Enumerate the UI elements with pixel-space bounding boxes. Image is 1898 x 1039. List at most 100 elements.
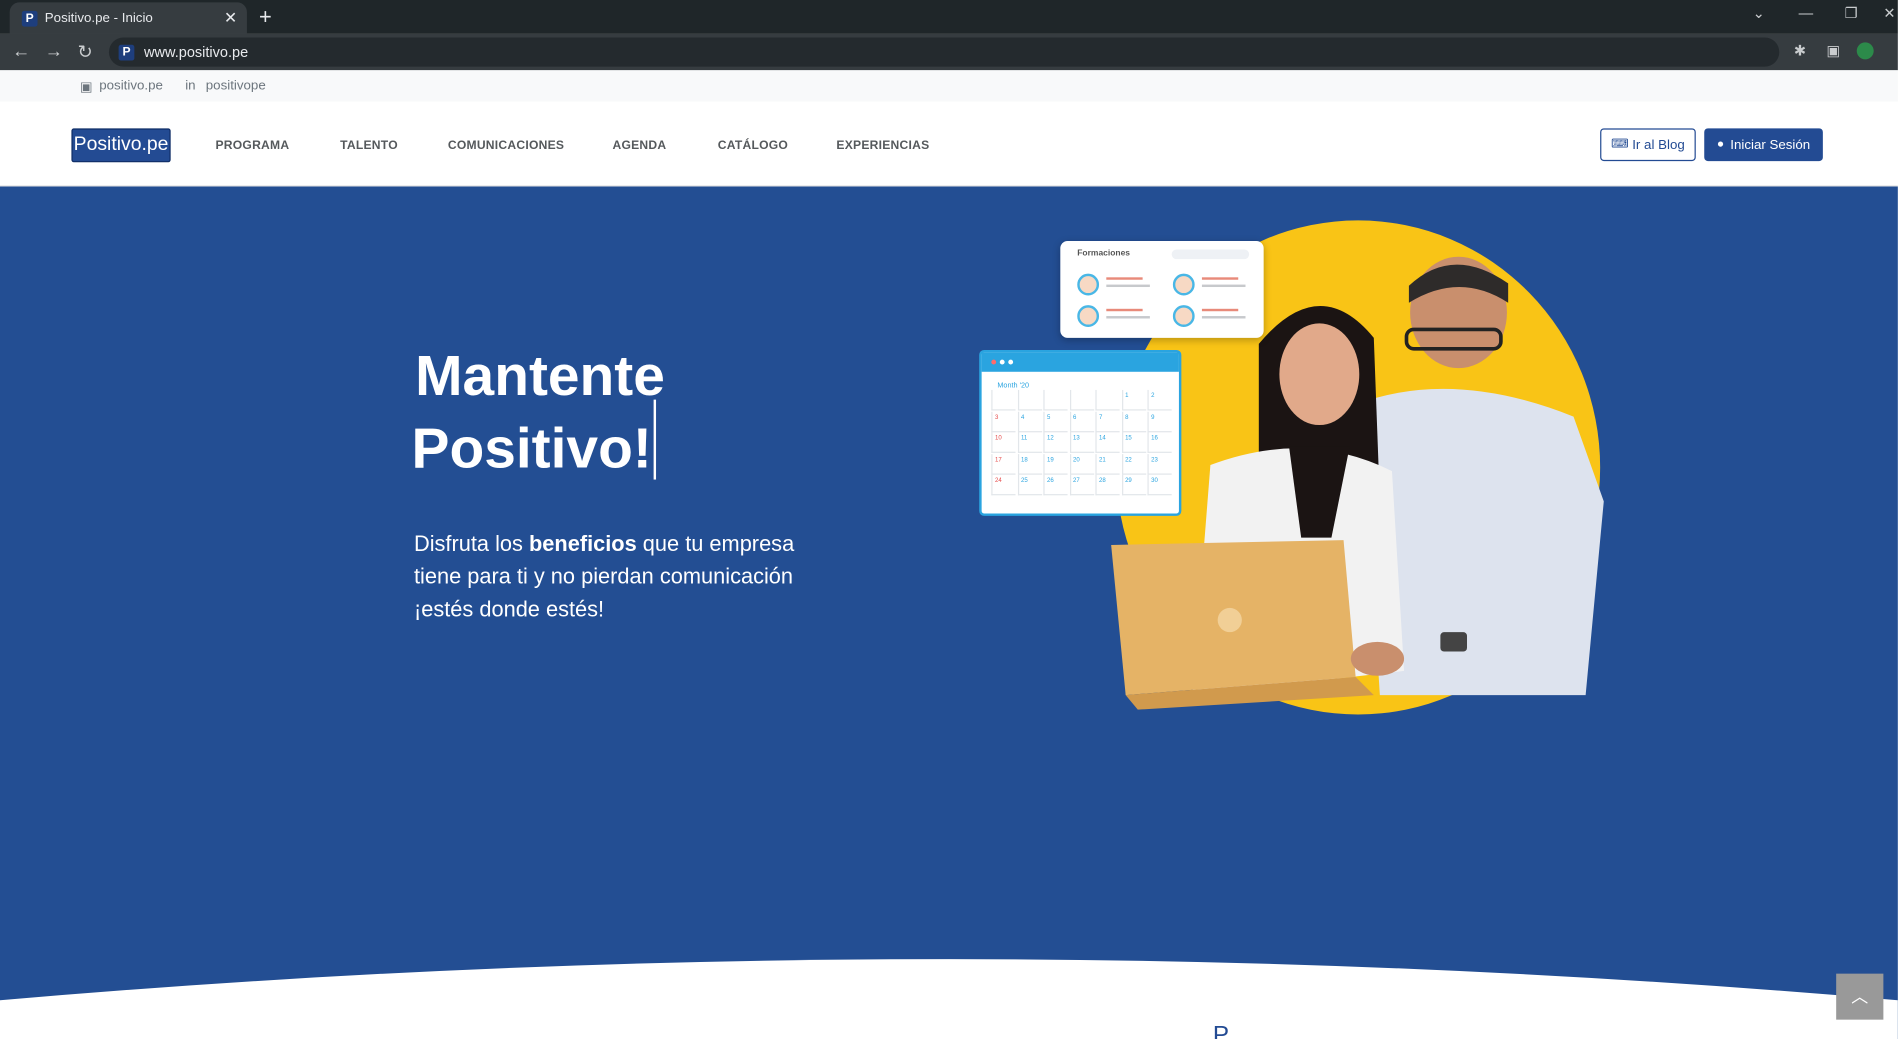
menu-item-catalogo[interactable]: CATÁLOGO [718, 139, 788, 152]
calendar-card: Month '20 1 2 3 4 5 6 7 8 9 10 11 12 13 14 15 16 17 18 19 2… [979, 349, 1182, 516]
forward-icon[interactable]: → [45, 41, 63, 62]
keyboard-icon: ⌨ [1611, 138, 1629, 152]
tab-title: Positivo.pe - Inicio [44, 10, 153, 26]
list-line [1106, 308, 1143, 312]
calendar-day: 22 [1121, 453, 1146, 475]
browser-tab[interactable]: P Positivo.pe - Inicio ✕ [9, 2, 247, 34]
avatar [1077, 305, 1100, 327]
linkedin-link[interactable]: positivope [206, 79, 266, 94]
calendar-day [1069, 389, 1094, 411]
url-text[interactable]: www.positivo.pe [144, 44, 248, 61]
calendar-day: 1 [1121, 389, 1146, 411]
close-tab-icon[interactable]: ✕ [224, 8, 237, 27]
user-icon: ● [1716, 138, 1725, 152]
site-logo[interactable]: Positivo.pe [71, 128, 171, 163]
calendar-day: 9 [1147, 411, 1172, 432]
calendar-day: 27 [1069, 474, 1094, 496]
side-panel-icon[interactable]: ▣ [1826, 42, 1843, 59]
new-tab-button[interactable]: + [259, 5, 272, 30]
calendar-day: 2 [1147, 389, 1172, 411]
people-with-laptop-image [1111, 256, 1604, 710]
calendar-day [1043, 389, 1068, 411]
list-line [1106, 316, 1150, 319]
avatar [1077, 273, 1100, 296]
list-line [1106, 277, 1143, 280]
close-window-icon[interactable]: ✕ [1883, 5, 1895, 22]
calendar-day: 20 [1069, 453, 1094, 475]
calendar-day: 16 [1147, 432, 1172, 453]
restore-icon[interactable]: ❐ [1845, 5, 1858, 22]
social-bar: ▣ positivo.pe in positivope [0, 70, 1898, 102]
calendar-day: 30 [1147, 474, 1172, 496]
menu-item-experiencias[interactable]: EXPERIENCIAS [836, 139, 929, 152]
calendar-day: 4 [1017, 411, 1042, 432]
calendar-day: 18 [1017, 453, 1042, 475]
card-search-field [1171, 249, 1250, 260]
formaciones-title: Formaciones [1077, 249, 1131, 258]
calendar-day: 7 [1095, 411, 1120, 432]
avatar [1172, 305, 1195, 327]
site-header: Positivo.pe PROGRAMA TALENTO COMUNICACIO… [0, 101, 1898, 187]
page: P Positivo.pe - Inicio ✕ + ⌄ — ❐ ✕ ← → ↻… [0, 0, 1898, 1039]
browser-toolbar: ← → ↻ P www.positivo.pe ✱ ▣ [0, 33, 1898, 71]
calendar-day: 19 [1043, 453, 1068, 475]
blog-button-label: Ir al Blog [1632, 137, 1685, 152]
menu-item-agenda[interactable]: AGENDA [612, 139, 666, 152]
scroll-to-top-button[interactable]: ︿ [1836, 973, 1884, 1020]
formaciones-card: Formaciones [1060, 240, 1264, 338]
calendar-day: 25 [1017, 474, 1042, 496]
site-favicon: P [118, 44, 135, 60]
calendar-day: 23 [1147, 453, 1172, 475]
calendar-day: 5 [1043, 411, 1068, 432]
menu-item-programa[interactable]: PROGRAMA [215, 139, 289, 152]
calendar-day: 13 [1069, 432, 1094, 453]
facebook-link[interactable]: positivo.pe [99, 79, 163, 94]
dot [1008, 359, 1014, 365]
list-line [1201, 277, 1239, 280]
calendar-day: 14 [1095, 432, 1120, 453]
calendar-day: 11 [1017, 432, 1042, 453]
browser-tab-bar: P Positivo.pe - Inicio ✕ + ⌄ — ❐ ✕ [0, 0, 1898, 34]
list-line [1201, 316, 1246, 319]
calendar-day: 12 [1043, 432, 1068, 453]
calendar-day: 15 [1121, 432, 1146, 453]
calendar-day: 24 [991, 474, 1016, 496]
calendar-day: 8 [1121, 411, 1146, 432]
profile-icon[interactable] [1856, 42, 1874, 60]
login-button[interactable]: ● Iniciar Sesión [1704, 128, 1823, 162]
chevron-up-icon: ︿ [1851, 986, 1869, 1007]
avatar [1172, 273, 1195, 296]
back-icon[interactable]: ← [12, 41, 30, 62]
calendar-day: 29 [1121, 474, 1146, 496]
dot [999, 359, 1005, 365]
hero-section: Mantente Positivo! Disfruta los benefici… [0, 186, 1898, 1039]
dot [991, 359, 997, 365]
calendar-day: 26 [1043, 474, 1068, 496]
login-button-label: Iniciar Sesión [1730, 137, 1811, 152]
calendar-day: 28 [1095, 474, 1120, 496]
address-bar[interactable]: P www.positivo.pe [108, 37, 1780, 67]
favicon: P [21, 10, 38, 27]
list-line [1201, 308, 1239, 312]
tab-search-icon[interactable]: ⌄ [1753, 5, 1765, 22]
calendar-day: 3 [991, 411, 1016, 432]
menu-item-talento[interactable]: TALENTO [340, 139, 398, 152]
calendar-day [1017, 389, 1042, 411]
calendar-day: 10 [991, 432, 1016, 453]
calendar-day: 21 [1095, 453, 1120, 475]
menu-item-comunicaciones[interactable]: COMUNICACIONES [448, 139, 564, 152]
calendar-day: 6 [1069, 411, 1094, 432]
facebook-icon[interactable]: ▣ [80, 79, 93, 95]
calendar-month-label: Month '20 [997, 382, 1030, 390]
list-line [1106, 284, 1150, 288]
minimize-icon[interactable]: — [1799, 5, 1814, 22]
linkedin-icon[interactable]: in [185, 79, 195, 94]
calendar-day [1095, 389, 1120, 411]
blog-button[interactable]: ⌨ Ir al Blog [1600, 128, 1696, 162]
calendar-header-bar [981, 352, 1179, 372]
wave-divider [0, 959, 1898, 1039]
extensions-icon[interactable]: ✱ [1794, 42, 1811, 59]
calendar-day: 17 [991, 453, 1016, 475]
calendar-day [991, 389, 1016, 411]
reload-icon[interactable]: ↻ [77, 41, 92, 63]
